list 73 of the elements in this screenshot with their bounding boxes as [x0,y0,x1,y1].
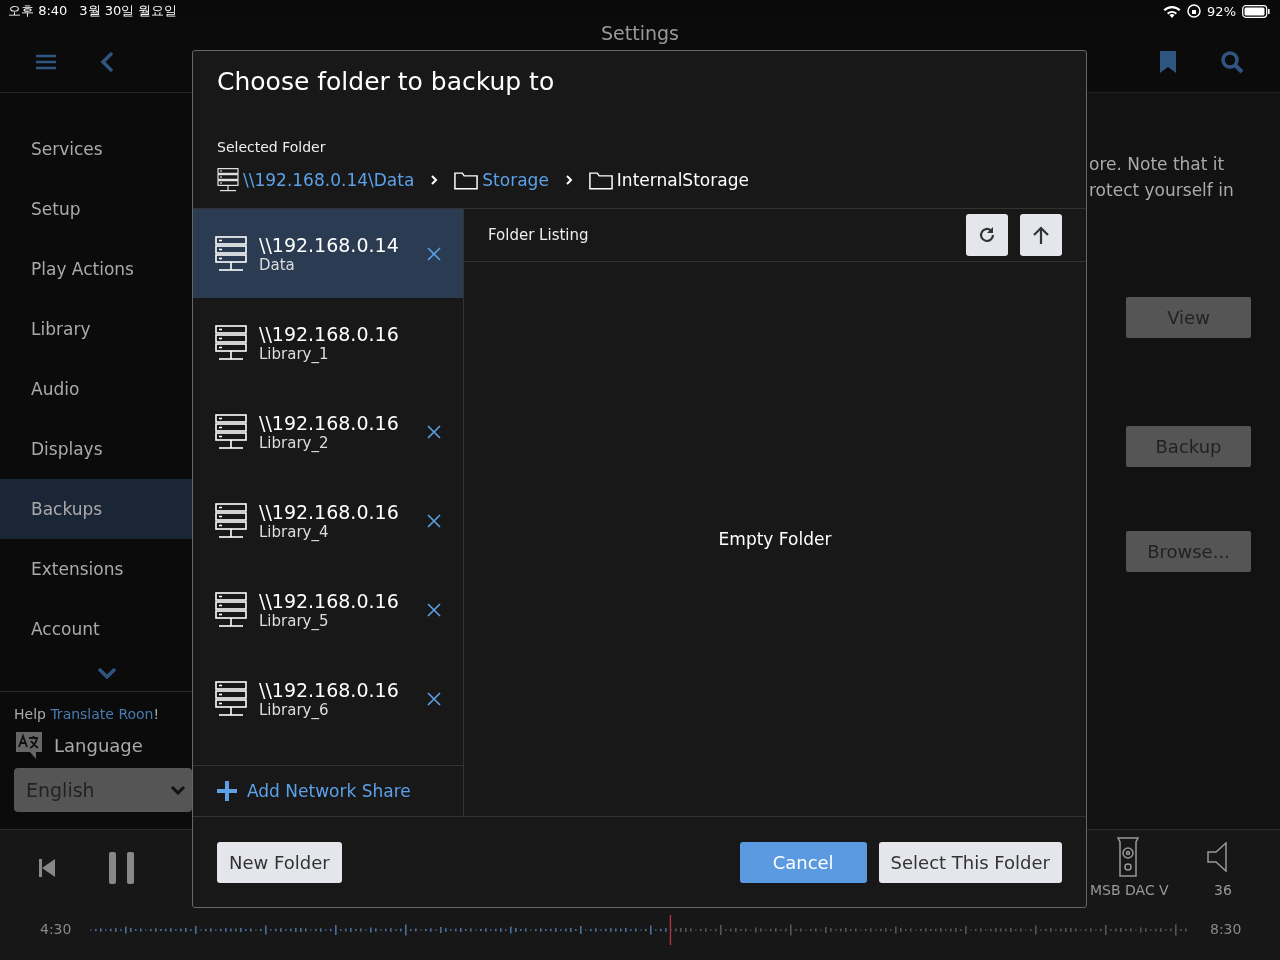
rotation-lock-icon [1187,4,1202,18]
chevron-right-icon [564,174,573,186]
server-icon [215,591,247,628]
network-share-item[interactable]: \\192.168.0.14 Data [193,209,463,298]
battery-icon [1242,4,1270,18]
folder-icon [588,170,613,190]
breadcrumb-item[interactable]: InternalStorage [588,170,749,190]
server-icon [215,324,247,361]
wifi-icon [1163,4,1182,18]
network-share-item[interactable]: \\192.168.0.16 Library_4 [193,476,463,565]
selected-folder-label: Selected Folder [217,139,326,155]
dialog-button[interactable]: Select This Folder [878,841,1062,883]
close-icon[interactable] [427,246,441,261]
sidebar-item[interactable]: Library [0,299,192,359]
close-icon[interactable] [427,424,441,439]
refresh-button[interactable] [966,214,1008,256]
translate-icon [14,730,44,760]
battery-percent: 92% [1207,3,1236,19]
network-share-item[interactable]: \\192.168.0.16 Library_1 [193,298,463,387]
breadcrumb-item[interactable]: \\192.168.0.14\Data [217,168,415,192]
arrow-up-icon [1033,226,1049,244]
sidebar-item[interactable]: Account [0,599,192,659]
server-icon [215,235,247,272]
translate-link[interactable]: Translate Roon [50,706,154,722]
folder-icon [454,170,479,190]
add-network-share-button[interactable]: Add Network Share [193,765,463,816]
up-button[interactable] [1020,214,1062,256]
empty-folder-text: Empty Folder [718,529,832,549]
server-icon [215,502,247,539]
page-title: Settings [601,22,679,44]
chevron-down-icon[interactable] [97,667,117,679]
close-icon[interactable] [427,691,441,706]
sidebar-item[interactable]: Setup [0,179,192,239]
dialog-title: Choose folder to backup to [216,66,556,98]
volume-level: 36 [1214,882,1232,898]
close-icon[interactable] [427,513,441,528]
status-time: 오후 8:40 [8,2,68,20]
sidebar-item[interactable]: Displays [0,419,192,479]
previous-icon[interactable] [39,859,55,877]
server-icon [215,413,247,450]
zone-name[interactable]: MSB DAC V [1090,882,1169,898]
back-icon[interactable] [100,51,114,73]
sidebar-item[interactable]: Backups [0,479,192,539]
speaker-icon[interactable] [1115,837,1141,877]
chevron-right-icon [430,174,439,186]
search-icon[interactable] [1220,50,1244,74]
folder-listing-title: Folder Listing [488,226,590,244]
server-icon [215,680,247,717]
help-text: Help Translate Roon! [14,706,161,722]
elapsed-time: 4:30 [40,921,72,937]
close-icon[interactable] [427,602,441,617]
sidebar-item[interactable]: Services [0,119,192,179]
network-share-item[interactable]: \\192.168.0.16 Library_2 [193,387,463,476]
sidebar-item[interactable]: Play Actions [0,239,192,299]
chevron-down-icon [170,785,186,795]
bookmark-icon[interactable] [1160,51,1176,73]
network-share-item[interactable]: \\192.168.0.16 Library_6 [193,654,463,743]
sidebar-item[interactable]: Audio [0,359,192,419]
description-text: rotect yourself in [1089,179,1234,202]
volume-icon[interactable] [1207,842,1229,872]
total-time: 8:30 [1210,921,1242,937]
breadcrumb-item[interactable]: Storage [454,170,549,190]
description-text: ore. Note that it [1089,153,1226,176]
language-label: Language [54,734,143,756]
refresh-icon [978,226,996,244]
menu-icon[interactable] [36,54,56,70]
sidebar-item[interactable]: Extensions [0,539,192,599]
network-share-item[interactable]: \\192.168.0.16 Library_5 [193,565,463,654]
status-date: 3월 30일 월요일 [79,2,178,20]
dialog-button[interactable]: New Folder [217,841,342,883]
plus-icon [217,781,237,801]
pause-icon[interactable] [109,852,135,884]
server-icon [217,168,239,192]
